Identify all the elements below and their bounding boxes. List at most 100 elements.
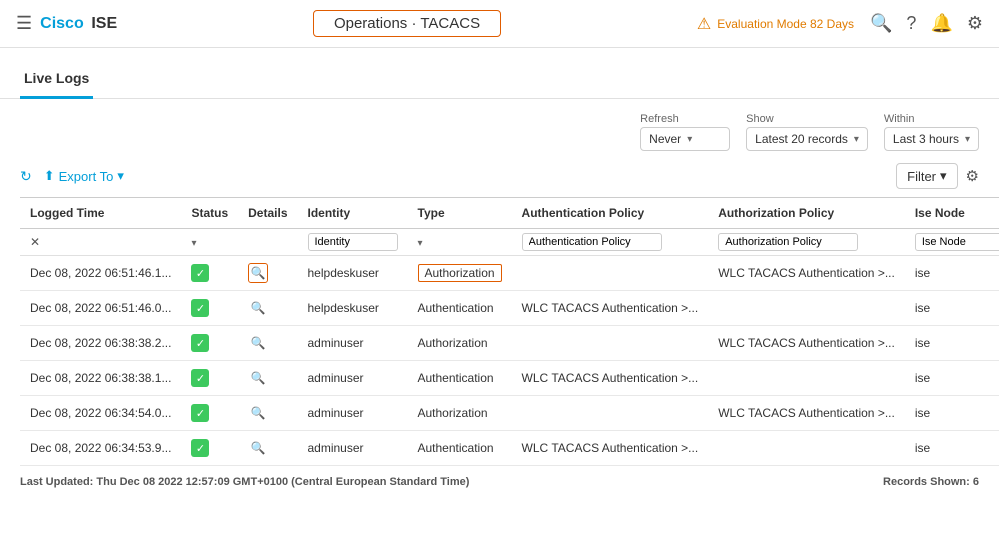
cell-type: Authentication (408, 361, 512, 396)
settings-icon[interactable]: ⚙ (967, 13, 983, 34)
actions-row: ↻ ⬆ Export To ▾ Filter ▾ ⚙ (0, 159, 999, 197)
status-check-icon: ✓ (191, 369, 209, 387)
search-icon[interactable]: 🔍 (870, 13, 892, 34)
cell-details[interactable]: 🔍 (238, 396, 297, 431)
notifications-icon[interactable]: 🔔 (930, 13, 952, 34)
eval-warning-text: Evaluation Mode 82 Days (717, 17, 854, 31)
nav-right: ⚠ Evaluation Mode 82 Days 🔍 ? 🔔 ⚙ (697, 13, 983, 34)
export-button[interactable]: ⬆ Export To ▾ (44, 168, 124, 184)
records-shown-text: Records Shown: 6 (883, 476, 979, 488)
cell-type: Authorization (408, 396, 512, 431)
cell-details[interactable]: 🔍 (238, 256, 297, 291)
cisco-logo: Cisco ISE (40, 15, 117, 33)
table-header-row: Logged Time Status Details Identity Type… (20, 198, 999, 229)
clear-filter-icon[interactable]: ✕ (30, 235, 40, 249)
cell-status: ✓ (181, 326, 238, 361)
refresh-value: Never (649, 132, 681, 146)
actions-left: ↻ ⬆ Export To ▾ (20, 168, 124, 185)
filter-auth-policy-cell (512, 229, 709, 256)
filter-type-cell: ▾ (408, 229, 512, 256)
detail-icon[interactable]: 🔍 (248, 263, 268, 283)
cell-identity: helpdeskuser (298, 291, 408, 326)
help-icon[interactable]: ? (906, 13, 916, 34)
auth-policy-filter-input[interactable] (522, 233, 662, 251)
nav-icons: 🔍 ? 🔔 ⚙ (870, 13, 983, 34)
live-logs-tab[interactable]: Live Logs (20, 62, 93, 99)
column-settings-icon[interactable]: ⚙ (966, 167, 979, 185)
show-chevron-icon: ▾ (854, 134, 859, 145)
cell-status: ✓ (181, 361, 238, 396)
cell-logged-time[interactable]: Dec 08, 2022 06:51:46.0... (20, 291, 181, 326)
cell-auth-policy (512, 256, 709, 291)
type-filter-chevron[interactable]: ▾ (418, 238, 423, 249)
detail-icon[interactable]: 🔍 (248, 368, 268, 388)
cell-type: Authentication (408, 431, 512, 466)
detail-icon[interactable]: 🔍 (248, 403, 268, 423)
data-rows: Dec 08, 2022 06:51:46.1... ✓ 🔍 helpdeskuser… (20, 256, 999, 466)
cell-logged-time[interactable]: Dec 08, 2022 06:34:54.0... (20, 396, 181, 431)
actions-right: Filter ▾ ⚙ (896, 163, 979, 189)
table-container: Logged Time Status Details Identity Type… (0, 197, 999, 466)
status-check-icon: ✓ (191, 334, 209, 352)
identity-filter-input[interactable] (308, 233, 398, 251)
cell-identity: adminuser (298, 431, 408, 466)
cell-authz-policy: WLC TACACS Authentication >... (708, 326, 905, 361)
filter-ise-node-cell (905, 229, 999, 256)
col-ise-node: Ise Node (905, 198, 999, 229)
refresh-action-icon[interactable]: ↻ (20, 168, 32, 185)
show-dropdown[interactable]: Latest 20 records ▾ (746, 127, 868, 151)
cell-details[interactable]: 🔍 (238, 361, 297, 396)
detail-icon[interactable]: 🔍 (248, 333, 268, 353)
cell-authz-policy (708, 431, 905, 466)
cell-logged-time[interactable]: Dec 08, 2022 06:38:38.2... (20, 326, 181, 361)
refresh-control: Refresh Never ▾ (640, 113, 730, 151)
cell-type: Authorization (408, 326, 512, 361)
cell-logged-time[interactable]: Dec 08, 2022 06:38:38.1... (20, 361, 181, 396)
cell-ise-node: ise (905, 361, 999, 396)
hamburger-icon[interactable]: ☰ (16, 13, 32, 34)
filter-row: ✕ ▾ ▾ (20, 229, 999, 256)
ise-text: ISE (91, 15, 117, 33)
status-filter-chevron[interactable]: ▾ (191, 238, 196, 249)
cell-details[interactable]: 🔍 (238, 326, 297, 361)
detail-icon[interactable]: 🔍 (248, 298, 268, 318)
col-details: Details (238, 198, 297, 229)
within-control: Within Last 3 hours ▾ (884, 113, 979, 151)
cell-details[interactable]: 🔍 (238, 431, 297, 466)
cell-logged-time[interactable]: Dec 08, 2022 06:34:53.9... (20, 431, 181, 466)
detail-icon[interactable]: 🔍 (248, 438, 268, 458)
col-logged-time: Logged Time (20, 198, 181, 229)
ise-node-filter-input[interactable] (915, 233, 999, 251)
table-footer: Last Updated: Thu Dec 08 2022 12:57:09 G… (0, 466, 999, 498)
page-header: Live Logs (0, 48, 999, 99)
within-dropdown[interactable]: Last 3 hours ▾ (884, 127, 979, 151)
refresh-dropdown[interactable]: Never ▾ (640, 127, 730, 151)
table-row: Dec 08, 2022 06:34:53.9...✓🔍adminuserAut… (20, 431, 999, 466)
cell-auth-policy (512, 326, 709, 361)
filter-button[interactable]: Filter ▾ (896, 163, 957, 189)
page-title: Operations · TACACS (313, 10, 501, 37)
table-row: Dec 08, 2022 06:38:38.1...✓🔍adminuserAut… (20, 361, 999, 396)
within-value: Last 3 hours (893, 132, 959, 146)
status-check-icon: ✓ (191, 404, 209, 422)
cisco-text: Cisco (40, 15, 84, 33)
table-row: Dec 08, 2022 06:51:46.0...✓🔍helpdeskuser… (20, 291, 999, 326)
cell-identity: adminuser (298, 396, 408, 431)
cell-ise-node: ise (905, 256, 999, 291)
eval-warning[interactable]: ⚠ Evaluation Mode 82 Days (697, 14, 854, 34)
filter-clear-cell: ✕ (20, 229, 181, 256)
filter-label: Filter (907, 169, 936, 184)
export-icon: ⬆ (44, 168, 55, 184)
status-check-icon: ✓ (191, 264, 209, 282)
filter-authz-policy-cell (708, 229, 905, 256)
filter-chevron-icon: ▾ (940, 168, 947, 184)
col-auth-policy: Authentication Policy (512, 198, 709, 229)
cell-logged-time[interactable]: Dec 08, 2022 06:51:46.1... (20, 256, 181, 291)
authz-policy-filter-input[interactable] (718, 233, 858, 251)
export-label: Export To (59, 169, 114, 184)
col-status: Status (181, 198, 238, 229)
cell-details[interactable]: 🔍 (238, 291, 297, 326)
controls-bar: Refresh Never ▾ Show Latest 20 records ▾… (0, 99, 999, 159)
logs-table: Logged Time Status Details Identity Type… (20, 197, 999, 466)
cell-ise-node: ise (905, 431, 999, 466)
